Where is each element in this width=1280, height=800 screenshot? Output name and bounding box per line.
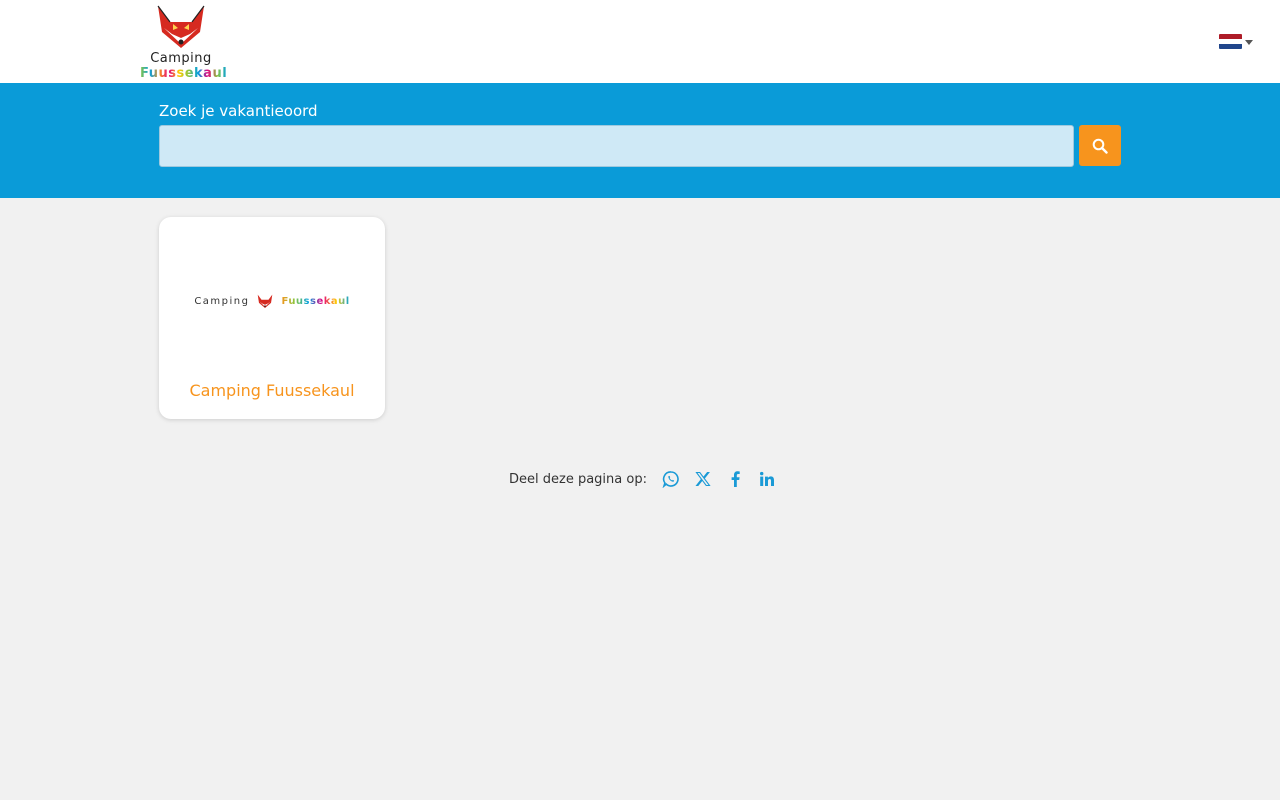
fox-logo-icon bbox=[157, 5, 205, 48]
facebook-icon bbox=[731, 471, 740, 487]
share-label: Deel deze pagina op: bbox=[509, 471, 647, 487]
result-card[interactable]: Camping Fuussekaul Camping Fuussekaul bbox=[159, 217, 385, 419]
flag-nl-icon bbox=[1219, 33, 1242, 49]
share-bar: Deel deze pagina op: bbox=[509, 466, 783, 492]
card-logo: Camping Fuussekaul bbox=[189, 287, 355, 315]
search-label: Zoek je vakantieoord bbox=[159, 102, 318, 120]
site-logo[interactable]: Camping Fuussekaul bbox=[140, 2, 227, 82]
card-title[interactable]: Camping Fuussekaul bbox=[159, 381, 385, 400]
logo-line1: Camping bbox=[150, 51, 212, 66]
share-linkedin-button[interactable] bbox=[751, 466, 783, 492]
card-logo-text-1: Camping bbox=[194, 295, 250, 307]
x-icon bbox=[695, 471, 711, 487]
share-x-button[interactable] bbox=[687, 466, 719, 492]
share-whatsapp-button[interactable] bbox=[655, 466, 687, 492]
search-band: Zoek je vakantieoord bbox=[0, 83, 1280, 198]
logo-line2-text: Fuussekaul bbox=[140, 66, 228, 81]
search-icon bbox=[1092, 138, 1108, 154]
fox-logo-icon bbox=[258, 294, 273, 308]
search-input[interactable] bbox=[159, 125, 1074, 167]
share-facebook-button[interactable] bbox=[719, 466, 751, 492]
language-selector[interactable] bbox=[1219, 33, 1253, 49]
caret-down-icon bbox=[1245, 39, 1253, 45]
search-button[interactable] bbox=[1079, 125, 1121, 166]
top-bar: Camping Fuussekaul bbox=[0, 0, 1280, 83]
linkedin-icon bbox=[759, 471, 774, 486]
whatsapp-icon bbox=[662, 471, 679, 488]
card-logo-text-2: Fuussekaul bbox=[281, 295, 350, 307]
logo-line2: Fuussekaul bbox=[140, 66, 227, 81]
